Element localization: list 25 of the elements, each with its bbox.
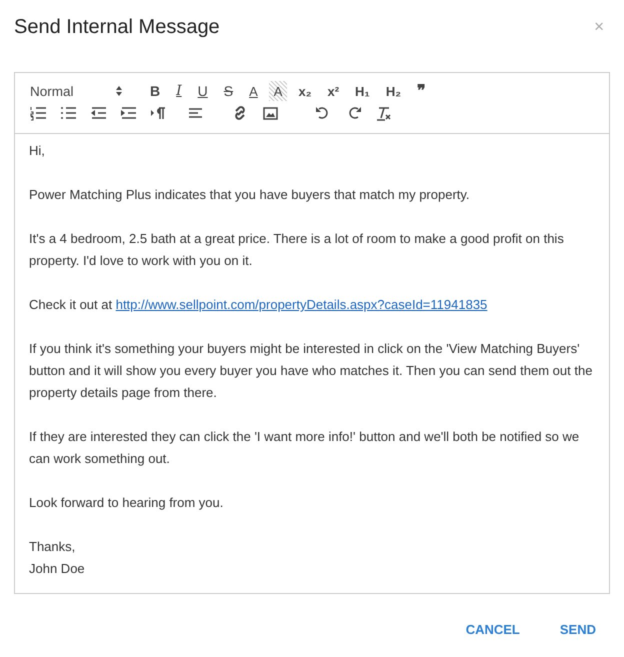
dialog-button[interactable]: CANCEL: [456, 618, 530, 641]
message-paragraph: If you think it's something your buyers might be interested in click on the 'View Matching Buyers' button and it will show you every buyer you have who matches it. Then you can send them out the property details page from there.: [29, 340, 594, 402]
format-button[interactable]: H₁: [350, 81, 375, 101]
format-button[interactable]: x²: [322, 81, 344, 101]
message-paragraph: Power Matching Plus indicates that you have buyers that match my property.: [29, 186, 471, 204]
format-button[interactable]: x₂: [293, 81, 316, 101]
dialog-title: Send Internal Message: [14, 16, 220, 38]
message-paragraph: Look forward to hearing from you.: [29, 494, 224, 512]
strikethrough-button[interactable]: S: [218, 81, 238, 101]
message-paragraph: Thanks, John Doe: [29, 538, 86, 578]
message-paragraph: It's a 4 bedroom, 2.5 bath at a great price. There is a lot of room to make a good profit on this property. I'd love to work with you on it.: [29, 230, 565, 270]
dialog-button[interactable]: SEND: [550, 618, 606, 641]
format-button[interactable]: H₂: [380, 81, 406, 101]
format-dropdown[interactable]: Normal: [27, 84, 125, 98]
property-link[interactable]: http://www.sellpoint.com/propertyDetails.aspx?caseId=11941835: [116, 297, 488, 312]
message-paragraph: If they are interested they can click the 'I want more info!' button and we'll both be notified so we can work something out.: [29, 428, 580, 468]
bold-button[interactable]: B: [145, 81, 166, 101]
quote-button[interactable]: ❞: [412, 81, 431, 101]
highlight-button[interactable]: A: [268, 81, 288, 101]
message-paragraph: Hi,: [29, 142, 46, 160]
updown-arrows-icon: [116, 86, 122, 96]
underline-button[interactable]: U: [192, 81, 213, 101]
message-paragraph: Check it out at http://www.sellpoint.com/propertyDetails.aspx?caseId=11941835: [29, 296, 488, 314]
italic-button[interactable]: I: [171, 81, 187, 101]
text-color-button[interactable]: A: [244, 81, 263, 101]
